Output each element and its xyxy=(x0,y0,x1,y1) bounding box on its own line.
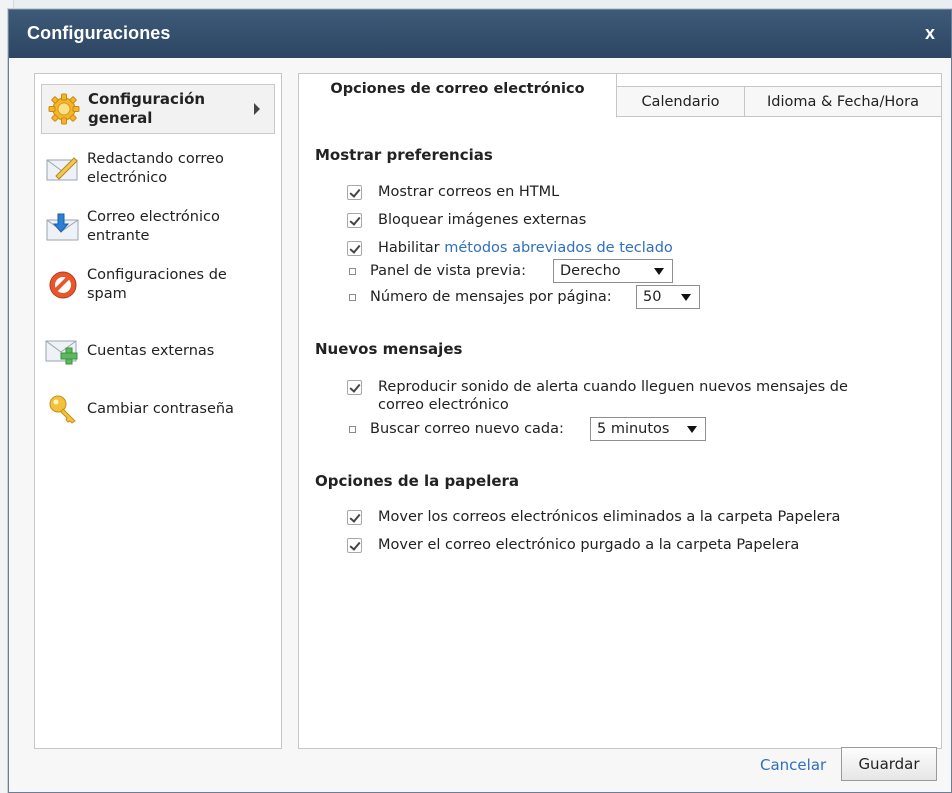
sidebar-item-change-password[interactable]: Cambiar contraseña xyxy=(41,384,275,434)
sidebar-item-label: Correo electrónico entrante xyxy=(87,209,220,244)
tab-calendar[interactable]: Calendario xyxy=(616,86,745,117)
chevron-down-icon xyxy=(654,268,664,275)
block-images-checkbox[interactable] xyxy=(347,212,362,228)
incoming-mail-icon xyxy=(45,209,81,245)
sidebar-item-general[interactable]: Configuración general xyxy=(41,84,275,134)
section-title-display: Mostrar preferencias xyxy=(315,146,493,164)
option-label: Habilitar xyxy=(378,240,440,256)
sidebar-item-label: Redactando correo electrónico xyxy=(87,151,224,186)
settings-content: Opciones de correo electrónico Calendari… xyxy=(298,73,942,749)
option-label: Reproducir sonido de alerta cuando llegu… xyxy=(378,379,848,413)
sidebar-item-label: Cambiar contraseña xyxy=(87,400,234,417)
keyboard-shortcuts-link[interactable]: métodos abreviados de teclado xyxy=(444,240,673,256)
option-label: Panel de vista previa: xyxy=(370,263,526,279)
tab-email-options[interactable]: Opciones de correo electrónico xyxy=(299,74,617,118)
option-move-deleted: Mover los correos electrónicos eliminado… xyxy=(347,509,840,525)
alert-sound-checkbox[interactable] xyxy=(347,380,362,395)
option-label: Mover los correos electrónicos eliminado… xyxy=(378,509,841,525)
option-label: Bloquear imágenes externas xyxy=(378,212,587,228)
chevron-down-icon xyxy=(681,294,691,301)
option-keyboard-shortcuts: Habilitar métodos abreviados de teclado xyxy=(347,240,673,256)
check-interval-value: 5 minutos xyxy=(597,421,670,437)
option-check-interval: Buscar correo nuevo cada: xyxy=(349,421,564,437)
key-icon xyxy=(45,391,81,427)
keyboard-shortcuts-checkbox[interactable] xyxy=(347,240,362,256)
option-block-images: Bloquear imágenes externas xyxy=(347,212,586,228)
option-messages-per-page: Número de mensajes por página: xyxy=(349,289,612,305)
check-interval-select[interactable]: 5 minutos xyxy=(590,417,706,441)
settings-sidebar: Configuración general Redactando correo … xyxy=(34,73,282,749)
compose-envelope-icon xyxy=(45,151,81,187)
close-button[interactable]: x xyxy=(919,20,941,46)
cancel-link[interactable]: Cancelar xyxy=(760,756,826,774)
sidebar-item-label: Configuración general xyxy=(88,90,206,127)
section-title-new-messages: Nuevos mensajes xyxy=(315,340,463,358)
preview-pane-value: Derecho xyxy=(560,263,621,279)
sidebar-item-label: Cuentas externas xyxy=(87,342,215,359)
sidebar-item-label: Configuraciones de spam xyxy=(87,267,227,302)
tab-language-datetime[interactable]: Idioma & Fecha/Hora xyxy=(744,86,942,117)
sidebar-item-external-accounts[interactable]: Cuentas externas xyxy=(41,326,275,376)
preview-pane-select[interactable]: Derecho xyxy=(553,259,673,283)
dialog-title: Configuraciones xyxy=(27,23,171,43)
dialog-titlebar: Configuraciones x xyxy=(9,10,951,58)
sidebar-item-incoming[interactable]: Correo electrónico entrante xyxy=(41,202,275,252)
show-html-checkbox[interactable] xyxy=(347,184,362,200)
section-title-trash: Opciones de la papelera xyxy=(315,472,520,490)
bullet-icon xyxy=(349,267,356,275)
option-preview-pane: Panel de vista previa: xyxy=(349,263,526,279)
add-account-envelope-icon xyxy=(45,333,81,369)
option-label: Número de mensajes por página: xyxy=(370,289,612,305)
option-label: Mover el correo electrónico purgado a la… xyxy=(378,537,800,553)
option-show-html: Mostrar correos en HTML xyxy=(347,184,559,200)
option-move-purged: Mover el correo electrónico purgado a la… xyxy=(347,537,799,553)
sidebar-item-spam[interactable]: Configuraciones de spam xyxy=(41,260,275,310)
option-label: Mostrar correos en HTML xyxy=(378,184,560,200)
option-alert-sound: Reproducir sonido de alerta cuando llegu… xyxy=(347,378,878,414)
bullet-icon xyxy=(349,425,356,433)
gear-icon xyxy=(46,91,82,127)
move-purged-checkbox[interactable] xyxy=(347,537,362,553)
bullet-icon xyxy=(349,293,356,301)
settings-dialog: Configuraciones x Configuración general … xyxy=(8,9,952,793)
tab-bar: Opciones de correo electrónico Calendari… xyxy=(299,74,942,118)
sidebar-item-compose[interactable]: Redactando correo electrónico xyxy=(41,144,275,194)
messages-per-page-value: 50 xyxy=(643,289,662,305)
move-deleted-checkbox[interactable] xyxy=(347,509,362,525)
messages-per-page-select[interactable]: 50 xyxy=(636,285,700,309)
chevron-down-icon xyxy=(687,426,697,433)
option-label: Buscar correo nuevo cada: xyxy=(370,421,564,437)
spam-block-icon xyxy=(45,267,81,303)
save-button[interactable]: Guardar xyxy=(841,747,937,781)
chevron-right-icon xyxy=(254,103,260,115)
